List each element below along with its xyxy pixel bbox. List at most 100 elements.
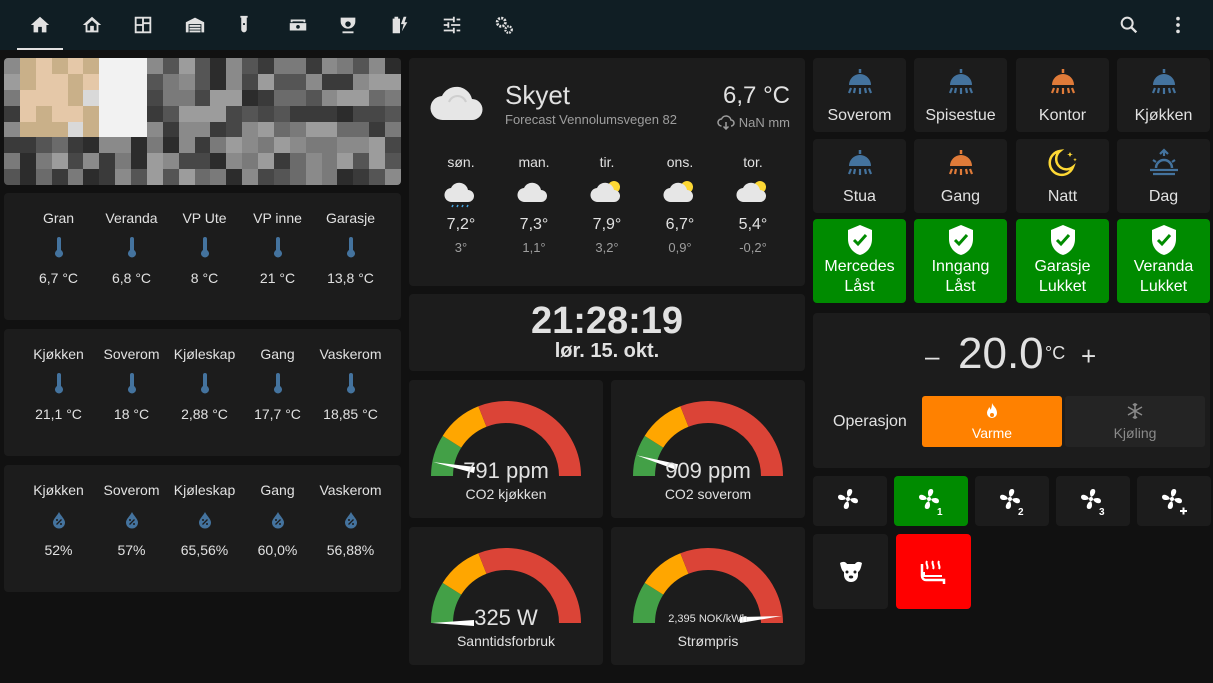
camera-pixel [305,153,323,170]
gauge-electricity-price[interactable]: 2,395 NOK/kWh Strømpris [611,527,805,665]
sensor-humidity-2[interactable]: Kjøleskap 65,56% [168,480,241,560]
camera-pixel [321,58,338,75]
camera-pixel [83,89,100,107]
seat-heater-button[interactable] [896,534,971,609]
camera-pixel [4,105,21,122]
camera-pixel [83,105,100,122]
heat-mode-button[interactable]: Varme [922,396,1062,447]
fan-mode-button-4[interactable] [1137,476,1211,526]
dog-mode-button[interactable] [813,534,888,609]
camera-pixel [337,73,354,91]
gauge-value: 909 ppm [665,458,751,483]
camera-pixel [146,58,164,75]
tab-house[interactable] [67,0,117,50]
camera-pixel [146,153,164,170]
weather-forecast-card[interactable]: Skyet Forecast Vennolumsvegen 82 6,7 °C … [409,58,805,286]
scene-tile-spisestue[interactable]: Spisestue [914,58,1007,132]
fan-mode-button-2[interactable]: 2 [975,476,1049,526]
camera-pixel [51,137,68,154]
tab-energy[interactable] [375,0,425,50]
sensor-humidity-3[interactable]: Gang 60,0% [241,480,314,560]
camera-pixel [385,137,401,154]
fan-plus-icon [1159,486,1189,516]
sensor-humidity-1[interactable]: Soverom 57% [95,480,168,560]
camera-pixel [305,58,323,75]
cool-mode-button[interactable]: Kjøling [1065,396,1205,447]
scene-tile-kjøkken[interactable]: Kjøkken [1117,58,1210,132]
camera-pixel [305,121,323,138]
lock-tile-inngang[interactable]: Inngang Låst [914,219,1007,303]
lock-tile-mercedes[interactable]: Mercedes Låst [813,219,906,303]
lock-tile-garasje[interactable]: Garasje Lukket [1016,219,1109,303]
scene-tile-stua[interactable]: Stua [813,139,906,213]
tile-label: Natt [1047,188,1078,205]
camera-pixel [385,58,401,75]
scene-tile-soverom[interactable]: Soverom [813,58,906,132]
lock-tile-veranda[interactable]: Veranda Lukket [1117,219,1210,303]
sensor-temps_indoor-1[interactable]: Soverom 18 °C [95,344,168,424]
sensor-temps_outdoor-2[interactable]: VP Ute 8 °C [168,208,241,288]
scene-tile-gang[interactable]: Gang [914,139,1007,213]
fan-mode-button-1[interactable]: 1 [894,476,968,526]
sensor-temps_indoor-3[interactable]: Gang 17,7 °C [241,344,314,424]
tab-home[interactable] [15,0,65,50]
sensor-temps_indoor-4[interactable]: Vaskerom 18,85 °C [314,344,387,424]
sensor-humidity-4[interactable]: Vaskerom 56,88% [314,480,387,560]
tab-vacuum[interactable] [273,0,323,50]
sensor-value: 18,85 °C [323,406,378,422]
sensor-name: Kjøkken [33,482,84,498]
sensor-name: Vaskerom [319,346,382,362]
sensor-temps_outdoor-3[interactable]: VP inne 21 °C [241,208,314,288]
fan-mode-button-3[interactable]: 3 [1056,476,1130,526]
gauge-power[interactable]: 325 W Sanntidsforbruk [409,527,603,665]
sensor-temps_outdoor-4[interactable]: Garasje 13,8 °C [314,208,387,288]
water-percent-icon [168,500,241,540]
gauge-co2-bedroom[interactable]: 909 ppm CO2 soverom [611,380,805,518]
tab-camera[interactable] [323,0,373,50]
cogs-icon [493,14,515,36]
sensor-value: 8 °C [190,270,219,286]
camera-pixel [273,58,291,75]
tab-config[interactable] [479,0,529,50]
tune-sliders-icon [441,14,463,36]
tab-lab[interactable] [219,0,269,50]
scene-tile-natt[interactable]: Natt [1016,139,1109,213]
ceiling-light-icon [914,148,1007,178]
sensor-temps_indoor-0[interactable]: Kjøkken 21,1 °C [22,344,95,424]
thermometer-icon [168,228,241,268]
sensor-humidity-0[interactable]: Kjøkken 52% [22,480,95,560]
camera-pixel [369,58,386,75]
tab-garage[interactable] [170,0,220,50]
sensor-name: Kjøleskap [173,346,236,362]
scene-tile-dag[interactable]: Dag [1117,139,1210,213]
fan-mode-button-0[interactable] [813,476,887,526]
forecast-low: 1,1° [522,240,546,255]
search-button[interactable] [1104,0,1154,50]
forecast-day: man. 7,3° 1,1° [509,154,559,255]
water-percent-icon [314,500,387,540]
sensor-temps_outdoor-0[interactable]: Gran 6,7 °C [22,208,95,288]
clock-date: lør. 15. okt. [554,340,660,362]
sensor-value: 17,7 °C [254,406,301,422]
humidity-card: Kjøkken 52% Soverom 57% Kjøleskap 65,56% Ga… [4,465,401,592]
decrease-setpoint-button[interactable]: – [925,341,939,372]
tab-settings-sliders[interactable] [427,0,477,50]
increase-setpoint-button[interactable]: + [1081,341,1096,372]
svg-text:2: 2 [1018,507,1024,516]
gauge-co2-kitchen[interactable]: 791 ppm CO2 kjøkken [409,380,603,518]
tab-floorplan[interactable] [118,0,168,50]
sensor-temps_indoor-2[interactable]: Kjøleskap 2,88 °C [168,344,241,424]
sensor-value: 57% [117,542,146,558]
overflow-menu-button[interactable] [1153,0,1203,50]
home-icon [29,14,51,36]
camera-pixel [67,58,84,75]
sensor-temps_outdoor-1[interactable]: Veranda 6,8 °C [95,208,168,288]
scene-tile-kontor[interactable]: Kontor [1016,58,1109,132]
partly-cloudy-icon [728,170,778,216]
thermometer-icon [314,364,387,404]
camera-pixel [226,105,243,122]
camera-snapshot[interactable] [4,58,401,185]
snowflake-icon [1065,402,1205,425]
camera-pixel [289,105,307,122]
sunrise-icon [1117,148,1210,178]
